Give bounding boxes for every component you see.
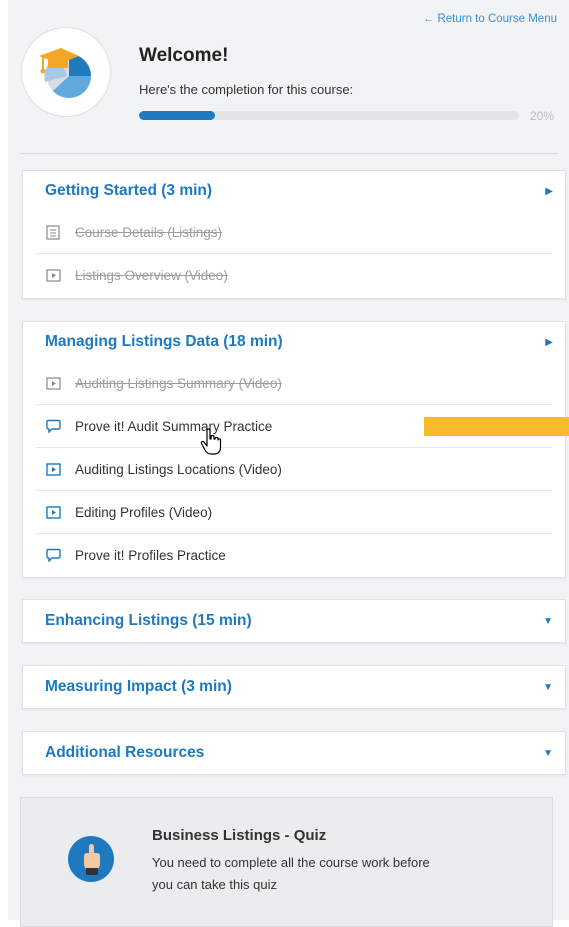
video-icon	[46, 505, 66, 519]
graduation-chart-icon	[39, 48, 91, 98]
lesson-item[interactable]: Auditing Listings Locations (Video)	[36, 447, 552, 490]
lesson-item[interactable]: Listings Overview (Video)	[36, 253, 552, 296]
section-title: Additional Resources	[45, 744, 205, 761]
return-to-course-menu-link[interactable]: ← Return to Course Menu	[423, 13, 557, 25]
chat-bubble-icon	[46, 419, 66, 433]
section-getting-started: Getting Started (3 min) ▶ Course Details…	[22, 170, 566, 299]
section-header[interactable]: Enhancing Listings (15 min) ▼	[23, 600, 565, 642]
section-managing-listings-data: Managing Listings Data (18 min) ▶ Auditi…	[22, 321, 566, 578]
welcome-title: Welcome!	[139, 45, 229, 66]
video-icon	[46, 268, 66, 282]
lesson-label: Prove it! Audit Summary Practice	[75, 418, 273, 434]
progress-fill	[139, 111, 215, 120]
section-title: Enhancing Listings (15 min)	[45, 612, 252, 629]
expand-arrow-icon[interactable]: ▼	[543, 682, 553, 693]
section-header[interactable]: Managing Listings Data (18 min) ▶	[23, 322, 565, 362]
section-header[interactable]: Getting Started (3 min) ▶	[23, 171, 565, 211]
section-header[interactable]: Measuring Impact (3 min) ▼	[23, 666, 565, 708]
section-title: Getting Started (3 min)	[45, 182, 213, 199]
header-divider	[20, 153, 558, 154]
section-title: Managing Listings Data (18 min)	[45, 333, 283, 350]
expand-arrow-icon[interactable]: ▶	[545, 337, 553, 348]
lesson-label: Editing Profiles (Video)	[75, 504, 213, 520]
quiz-title: Business Listings - Quiz	[152, 827, 327, 844]
section-enhancing-listings: Enhancing Listings (15 min) ▼	[22, 599, 566, 643]
document-icon	[46, 224, 66, 240]
course-progress-bar	[139, 111, 519, 120]
lesson-item[interactable]: Editing Profiles (Video)	[36, 490, 552, 533]
lesson-label: Auditing Listings Locations (Video)	[75, 461, 282, 477]
lesson-label: Prove it! Profiles Practice	[75, 547, 226, 563]
hand-cursor-icon	[200, 428, 222, 461]
lesson-label: Listings Overview (Video)	[75, 267, 228, 283]
chat-bubble-icon	[46, 548, 66, 562]
video-icon	[46, 376, 66, 390]
lesson-item[interactable]: Prove it! Profiles Practice	[36, 533, 552, 576]
quiz-message: You need to complete all the course work…	[152, 855, 430, 892]
course-logo	[21, 27, 111, 117]
highlight-marker	[424, 417, 569, 436]
lesson-item[interactable]: Auditing Listings Summary (Video)	[36, 362, 552, 404]
lesson-label: Auditing Listings Summary (Video)	[75, 375, 282, 391]
video-icon	[46, 462, 66, 476]
expand-arrow-icon[interactable]: ▼	[543, 616, 553, 627]
section-measuring-impact: Measuring Impact (3 min) ▼	[22, 665, 566, 709]
pointing-hand-icon	[68, 836, 114, 882]
completion-caption: Here's the completion for this course:	[139, 82, 354, 97]
section-additional-resources: Additional Resources ▼	[22, 731, 566, 775]
expand-arrow-icon[interactable]: ▼	[543, 748, 553, 759]
lesson-label: Course Details (Listings)	[75, 224, 223, 240]
lesson-item[interactable]: Course Details (Listings)	[36, 211, 552, 253]
section-header[interactable]: Additional Resources ▼	[23, 732, 565, 774]
progress-percentage: 20%	[530, 109, 555, 123]
section-title: Measuring Impact (3 min)	[45, 678, 232, 695]
quiz-card: Business Listings - Quiz You need to com…	[20, 797, 553, 927]
expand-arrow-icon[interactable]: ▶	[545, 186, 553, 197]
